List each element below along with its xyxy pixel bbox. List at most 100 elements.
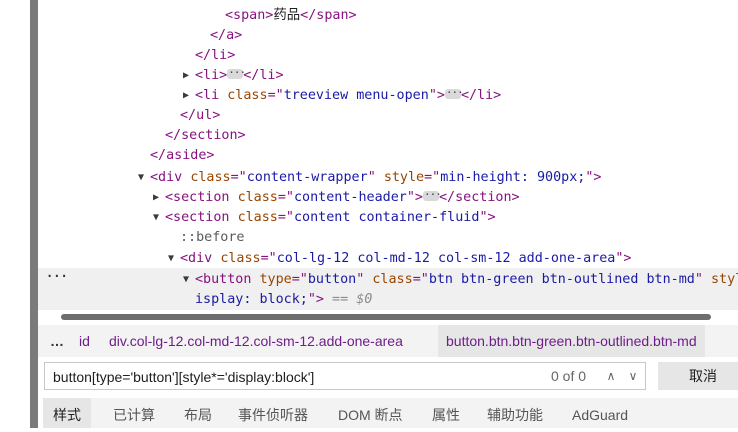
- dom-token: ">: [479, 210, 496, 225]
- dom-token: type: [259, 272, 292, 287]
- dom-token: </span>: [300, 8, 357, 23]
- expanded-caret-icon[interactable]: ▼: [138, 168, 150, 188]
- dom-node-line[interactable]: <div class="content-wrapper" style="min-…: [150, 168, 602, 188]
- dom-token: <div: [150, 170, 191, 185]
- dom-token: ": [694, 272, 711, 287]
- dom-node-line[interactable]: <li> </li>: [195, 63, 284, 86]
- collapsed-caret-icon[interactable]: ▶: [153, 188, 165, 208]
- dom-node-line[interactable]: ::before: [180, 228, 245, 248]
- sidebar-tabs: 样式 已计算 布局 事件侦听器 DOM 断点 属性 辅助功能 AdGuard: [43, 398, 738, 428]
- collapsed-content-icon[interactable]: [227, 63, 245, 83]
- dom-token: </section>: [439, 190, 520, 205]
- tab-computed[interactable]: 已计算: [113, 398, 155, 428]
- collapsed-content-icon[interactable]: [444, 83, 463, 103]
- breadcrumb-overflow-icon[interactable]: …: [50, 325, 64, 357]
- dom-node-line[interactable]: <section class="content-header"> </sectio…: [165, 185, 520, 208]
- collapsed-content-icon[interactable]: [423, 185, 441, 205]
- tab-adguard[interactable]: AdGuard: [572, 398, 628, 428]
- dom-token: class: [237, 190, 278, 205]
- dom-node-line[interactable]: </ul>: [180, 106, 220, 126]
- dom-token: class: [372, 272, 413, 287]
- dom-token: isplay: block;: [195, 292, 308, 307]
- dom-token: ">: [406, 190, 423, 205]
- dom-token: </li>: [243, 68, 284, 83]
- scrollbar-thumb[interactable]: [61, 314, 711, 320]
- dom-token: </a>: [210, 28, 243, 43]
- dom-token: class: [220, 251, 261, 266]
- dom-token: btn btn-green btn-outlined btn-md: [428, 272, 695, 287]
- breadcrumb-item-id[interactable]: id: [79, 325, 90, 357]
- dom-token: ::before: [180, 230, 245, 245]
- dom-node-line[interactable]: isplay: block;"> == $0: [195, 290, 372, 310]
- devtools-elements-panel: ··· ▶▶▼▶▼▼▼<span>药品</span></a></li><li><…: [38, 0, 738, 428]
- dom-token: treeview menu-open: [283, 88, 429, 103]
- breadcrumb-item-div[interactable]: div.col-lg-12.col-md-12.col-sm-12.add-on…: [109, 325, 403, 357]
- expanded-caret-icon[interactable]: ▼: [183, 270, 195, 290]
- tab-dom-breakpoints[interactable]: DOM 断点: [338, 398, 403, 428]
- dom-tree[interactable]: ··· ▶▶▼▶▼▼▼<span>药品</span></a></li><li><…: [38, 0, 738, 312]
- dom-token: =": [424, 170, 441, 185]
- collapsed-caret-icon[interactable]: ▶: [183, 66, 195, 86]
- search-bar: 0 of 0 ∧ ∨: [44, 362, 646, 391]
- dom-token: content-wrapper: [246, 170, 368, 185]
- dom-token: <section: [165, 210, 238, 225]
- collapsed-caret-icon[interactable]: ▶: [183, 86, 195, 106]
- dom-node-line[interactable]: </aside>: [150, 146, 215, 166]
- tab-styles[interactable]: 样式: [43, 398, 91, 428]
- dom-token: col-lg-12 col-md-12 col-sm-12 add-one-ar…: [276, 251, 616, 266]
- dom-token: class: [190, 170, 231, 185]
- dom-token: ": [356, 272, 373, 287]
- left-gutter: [0, 0, 30, 428]
- dom-node-line[interactable]: </section>: [165, 126, 246, 146]
- tab-event-listeners[interactable]: 事件侦听器: [238, 398, 308, 428]
- next-match-icon[interactable]: ∨: [623, 366, 643, 386]
- dom-token: </aside>: [150, 148, 215, 163]
- tab-layout[interactable]: 布局: [184, 398, 212, 428]
- dom-token: button: [307, 272, 357, 287]
- expanded-caret-icon[interactable]: ▼: [168, 249, 180, 269]
- tab-accessibility[interactable]: 辅助功能: [487, 398, 543, 428]
- dom-token: class: [227, 88, 268, 103]
- dom-token: =": [230, 170, 247, 185]
- dom-token: ">: [428, 88, 445, 103]
- dom-token: style: [710, 272, 738, 287]
- dom-node-line[interactable]: <div class="col-lg-12 col-md-12 col-sm-1…: [180, 249, 631, 269]
- tab-properties[interactable]: 属性: [432, 398, 460, 428]
- dom-token: =": [412, 272, 429, 287]
- search-match-count: 0 of 0: [551, 368, 587, 384]
- dom-token: <div: [180, 251, 221, 266]
- dom-token: <li>: [195, 68, 228, 83]
- dom-token: <li: [195, 88, 228, 103]
- dom-token: ": [367, 170, 384, 185]
- breadcrumb: … id div.col-lg-12.col-md-12.col-sm-12.a…: [38, 325, 738, 357]
- dom-token: =": [277, 210, 294, 225]
- horizontal-scrollbar[interactable]: [43, 312, 733, 322]
- dom-node-line[interactable]: <button type="button" class="btn btn-gre…: [195, 270, 738, 290]
- dom-token: == $0: [324, 292, 373, 307]
- dom-token: </li>: [195, 48, 236, 63]
- search-input[interactable]: [51, 363, 535, 391]
- dom-token: <section: [165, 190, 238, 205]
- dom-token: =": [277, 190, 294, 205]
- breadcrumb-item-button[interactable]: button.btn.btn-green.btn-outlined.btn-md: [438, 325, 705, 357]
- dom-token: ">: [307, 292, 324, 307]
- dom-token: content-header: [294, 190, 407, 205]
- dom-token: class: [237, 210, 278, 225]
- dom-token: =": [267, 88, 284, 103]
- dom-node-line[interactable]: <li class="treeview menu-open"> </li>: [195, 83, 502, 106]
- dom-token: min-height: 900px;: [440, 170, 586, 185]
- dom-token: style: [383, 170, 425, 185]
- dom-token: =": [260, 251, 277, 266]
- panel-splitter[interactable]: [30, 0, 38, 428]
- dom-node-line[interactable]: <span>药品</span>: [225, 6, 357, 26]
- previous-match-icon[interactable]: ∧: [601, 366, 621, 386]
- dom-token: </li>: [460, 88, 502, 103]
- expanded-caret-icon[interactable]: ▼: [153, 208, 165, 228]
- cancel-button[interactable]: 取消: [658, 362, 738, 390]
- dom-node-line[interactable]: </a>: [210, 26, 242, 46]
- dom-token: <span>: [225, 8, 274, 23]
- dom-node-line[interactable]: <section class="content container-fluid"…: [165, 208, 496, 228]
- dom-token: 药品: [273, 8, 301, 23]
- dom-token: </ul>: [180, 108, 221, 123]
- selected-node-menu-icon[interactable]: ···: [46, 269, 68, 283]
